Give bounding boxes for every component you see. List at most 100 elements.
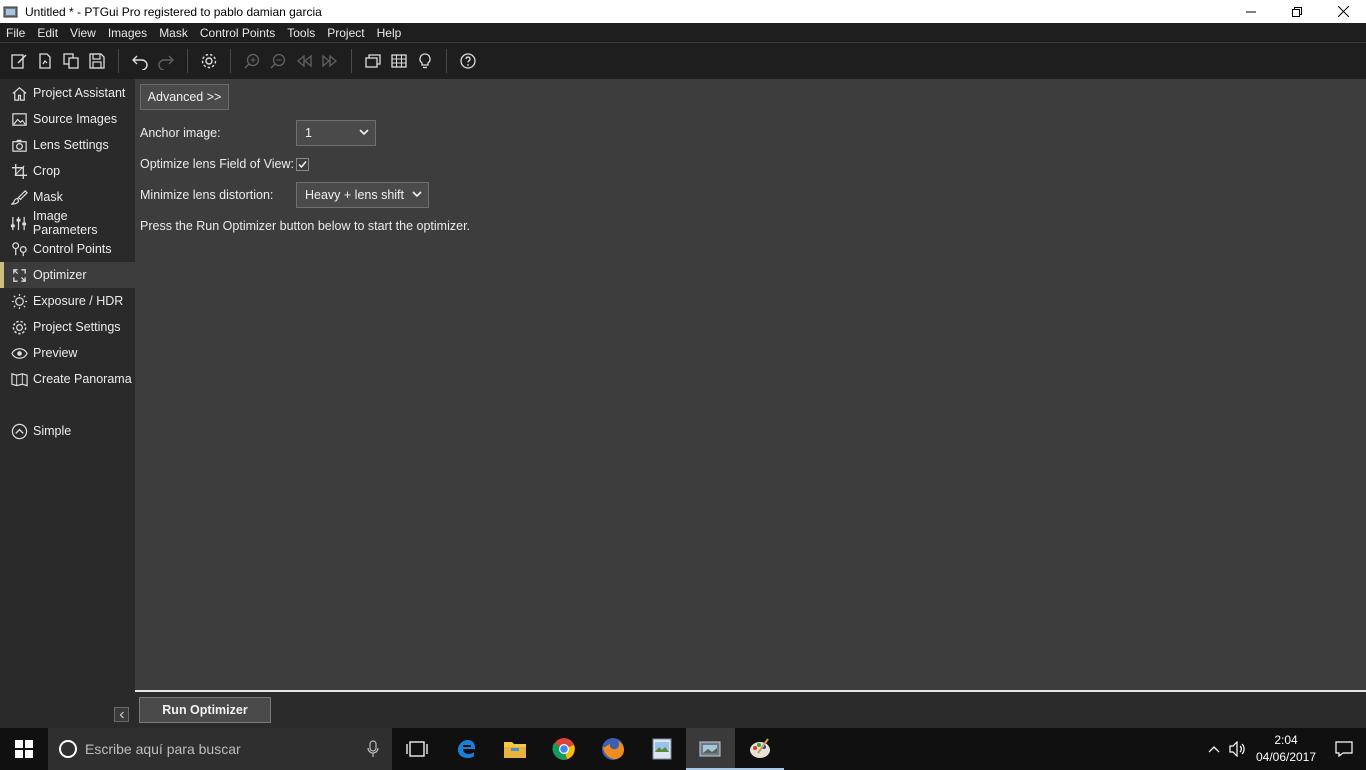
sun-icon	[10, 292, 28, 310]
sidebar-item-crop[interactable]: Crop	[0, 158, 135, 184]
run-optimizer-button[interactable]: Run Optimizer	[139, 697, 271, 723]
close-icon	[1337, 6, 1349, 17]
tips-button[interactable]	[412, 48, 438, 74]
notification-icon	[1335, 741, 1353, 757]
control-point-table-button[interactable]	[386, 48, 412, 74]
taskbar-paint[interactable]	[735, 728, 784, 770]
windows-logo-icon	[15, 740, 33, 758]
volume-button[interactable]	[1226, 728, 1250, 770]
optimize-fov-checkbox[interactable]	[296, 158, 309, 171]
chevron-left-icon	[119, 711, 124, 718]
menu-mask[interactable]: Mask	[153, 23, 194, 43]
start-button[interactable]	[0, 728, 48, 770]
panorama-editor-button[interactable]	[360, 48, 386, 74]
previous-button[interactable]	[291, 48, 317, 74]
open-project-button[interactable]	[32, 48, 58, 74]
sidebar-item-label: Preview	[33, 346, 78, 360]
sidebar-item-label: Mask	[33, 190, 63, 204]
taskbar-chrome[interactable]	[539, 728, 588, 770]
ptgui-app-icon	[3, 4, 19, 20]
task-view-button[interactable]	[392, 728, 441, 770]
copy-files-icon	[63, 53, 79, 69]
menu-view[interactable]: View	[64, 23, 102, 43]
open-images-button[interactable]	[58, 48, 84, 74]
minimize-button[interactable]	[1228, 0, 1274, 23]
optimize-fov-label: Optimize lens Field of View:	[140, 157, 294, 171]
chevron-up-icon	[1208, 746, 1220, 753]
taskbar-file-explorer[interactable]	[490, 728, 539, 770]
window-title: Untitled * - PTGui Pro registered to pab…	[25, 4, 322, 19]
toolbar-separator	[118, 49, 119, 73]
sidebar-item-project-settings[interactable]: Project Settings	[0, 314, 135, 340]
menu-project[interactable]: Project	[321, 23, 370, 43]
folder-icon	[503, 742, 526, 758]
next-button[interactable]	[317, 48, 343, 74]
sidebar-item-label: Crop	[33, 164, 61, 178]
sidebar-item-exposure-hdr[interactable]: Exposure / HDR	[0, 288, 135, 314]
menu-images[interactable]: Images	[102, 23, 153, 43]
menu-edit[interactable]: Edit	[31, 23, 64, 43]
sidebar-item-simple[interactable]: Simple	[0, 418, 135, 444]
ptgui-app-icon	[699, 741, 720, 757]
anchor-image-label: Anchor image:	[140, 126, 221, 140]
action-center-button[interactable]	[1322, 728, 1366, 770]
sidebar-item-preview[interactable]: Preview	[0, 340, 135, 366]
advanced-button[interactable]: Advanced >>	[140, 84, 229, 110]
photo-viewer-icon	[652, 738, 671, 760]
bottom-bar: Run Optimizer	[135, 692, 1366, 728]
menu-help[interactable]: Help	[371, 23, 408, 43]
home-icon	[10, 84, 28, 102]
fast-forward-icon	[322, 54, 338, 68]
close-button[interactable]	[1320, 0, 1366, 23]
restore-button[interactable]	[1274, 0, 1320, 23]
undo-icon	[132, 55, 148, 70]
menu-file[interactable]: File	[0, 23, 31, 43]
sidebar-item-create-panorama[interactable]: Create Panorama	[0, 366, 135, 392]
redo-button[interactable]	[153, 48, 179, 74]
sidebar-item-control-points[interactable]: Control Points	[0, 236, 135, 262]
taskbar-edge[interactable]	[441, 728, 490, 770]
sidebar-item-optimizer[interactable]: Optimizer	[0, 262, 135, 288]
sidebar-item-mask[interactable]: Mask	[0, 184, 135, 210]
sidebar-item-source-images[interactable]: Source Images	[0, 106, 135, 132]
help-button[interactable]	[455, 48, 481, 74]
menu-tools[interactable]: Tools	[281, 23, 321, 43]
taskbar-photos[interactable]	[637, 728, 686, 770]
undo-button[interactable]	[127, 48, 153, 74]
microphone-icon[interactable]	[366, 740, 380, 758]
sidebar-item-label: Source Images	[33, 112, 118, 126]
minimize-icon	[1246, 11, 1256, 12]
settings-button[interactable]	[196, 48, 222, 74]
sidebar-item-lens-settings[interactable]: Lens Settings	[0, 132, 135, 158]
clock[interactable]: 2:04 04/06/2017	[1250, 732, 1322, 766]
toolbar-separator	[446, 49, 447, 73]
taskbar-firefox[interactable]	[588, 728, 637, 770]
crop-icon	[10, 162, 28, 180]
taskbar-search[interactable]: Escribe aquí para buscar	[48, 728, 392, 770]
show-hidden-icons-button[interactable]	[1202, 728, 1226, 770]
taskbar-ptgui[interactable]	[686, 728, 735, 770]
rewind-icon	[296, 54, 312, 68]
zoom-in-button[interactable]	[239, 48, 265, 74]
minimize-distortion-select[interactable]: Heavy + lens shift	[296, 182, 429, 208]
sidebar-item-label: Create Panorama	[33, 372, 132, 386]
zoom-out-button[interactable]	[265, 48, 291, 74]
firefox-browser-icon	[601, 738, 624, 760]
sidebar-item-label: Optimizer	[33, 268, 87, 282]
zoom-out-icon	[270, 53, 286, 69]
gear-icon	[201, 53, 217, 69]
menu-control-points[interactable]: Control Points	[194, 23, 281, 43]
save-button[interactable]	[84, 48, 110, 74]
toolbar	[0, 43, 1366, 79]
new-project-button[interactable]	[6, 48, 32, 74]
sidebar-item-project-assistant[interactable]: Project Assistant	[0, 80, 135, 106]
sidebar-item-image-parameters[interactable]: Image Parameters	[0, 209, 135, 237]
lightbulb-icon	[419, 53, 431, 69]
collapse-sidebar-button[interactable]	[114, 707, 129, 722]
sidebar-item-label: Image Parameters	[32, 209, 98, 237]
anchor-image-select[interactable]: 1	[296, 120, 376, 146]
paint-palette-icon	[749, 738, 770, 758]
restore-icon	[1292, 6, 1302, 17]
title-bar: Untitled * - PTGui Pro registered to pab…	[0, 0, 1366, 23]
optimizer-hint: Press the Run Optimizer button below to …	[140, 219, 471, 233]
